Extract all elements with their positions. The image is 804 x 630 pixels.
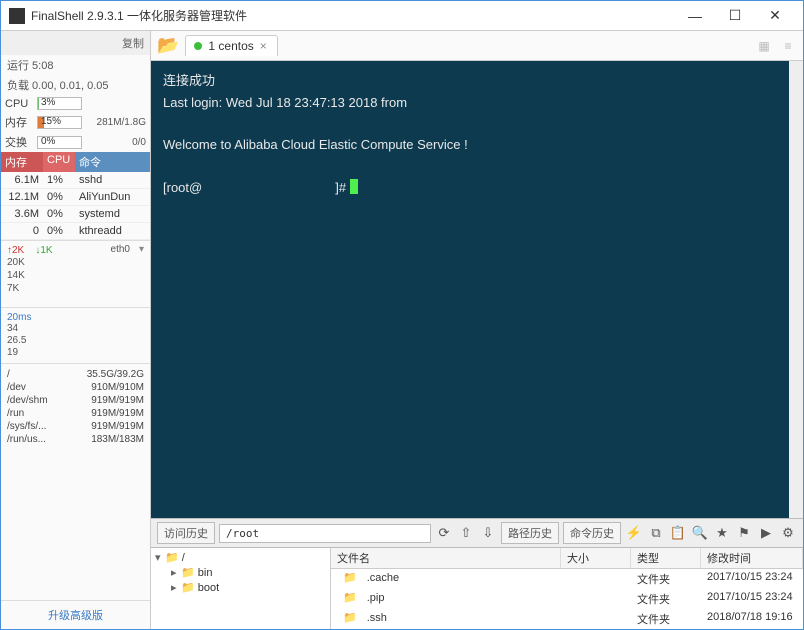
grid-view-icon[interactable]: ▦ bbox=[755, 38, 773, 54]
tree-item[interactable]: ▸📁 bin bbox=[153, 565, 328, 580]
flag-icon[interactable]: ⚑ bbox=[735, 524, 753, 542]
bolt-icon[interactable]: ⚡ bbox=[625, 524, 643, 542]
interface-name: eth0 bbox=[111, 244, 130, 255]
cursor bbox=[350, 179, 358, 194]
close-icon[interactable]: × bbox=[260, 39, 267, 53]
file-tree[interactable]: ▾📁 / ▸📁 bin ▸📁 boot bbox=[151, 548, 331, 629]
disk-row: /run/us...183M/183M bbox=[3, 433, 148, 446]
path-history-button[interactable]: 路径历史 bbox=[501, 522, 559, 544]
process-row[interactable]: 12.1M0%AliYunDun bbox=[1, 189, 150, 206]
swap-metric: 交换 0% 0/0 bbox=[1, 132, 150, 152]
process-row[interactable]: 6.1M1%sshd bbox=[1, 172, 150, 189]
file-list-header[interactable]: 文件名 大小 类型 修改时间 bbox=[331, 548, 803, 569]
tab-label: 1 centos bbox=[208, 39, 253, 53]
swap-label: 交换 bbox=[5, 134, 33, 150]
net-down: ↓1K bbox=[35, 245, 52, 256]
chevron-down-icon[interactable]: ▾ bbox=[139, 244, 144, 255]
network-graph: ↑2K ↓1K eth0 ▾ 20K 14K 7K bbox=[1, 240, 150, 308]
process-row[interactable]: 00%kthreadd bbox=[1, 223, 150, 240]
disk-row: /dev/shm919M/919M bbox=[3, 394, 148, 407]
app-icon bbox=[9, 8, 25, 24]
search-icon[interactable]: 🔍 bbox=[691, 524, 709, 542]
tab-bar: 📂 1 centos × ▦ ≡ bbox=[151, 31, 803, 61]
disk-row: /run919M/919M bbox=[3, 407, 148, 420]
uptime-text: 运行 5:08 bbox=[1, 55, 150, 75]
minimize-button[interactable]: — bbox=[675, 2, 715, 30]
copy-icon[interactable]: ⧉ bbox=[647, 524, 665, 542]
list-view-icon[interactable]: ≡ bbox=[779, 38, 797, 54]
file-row[interactable]: 📁.cache文件夹2017/10/15 23:24 bbox=[331, 569, 803, 589]
refresh-icon[interactable]: ⟳ bbox=[435, 524, 453, 542]
cpu-label: CPU bbox=[5, 98, 33, 110]
memory-bar: 15% bbox=[37, 116, 82, 129]
terminal-toolbar: 访问历史 /root ⟳ ⇧ ⇩ 路径历史 命令历史 ⚡ ⧉ 📋 🔍 ★ ⚑ ▶… bbox=[151, 518, 803, 547]
play-icon[interactable]: ▶ bbox=[757, 524, 775, 542]
terminal-scrollbar[interactable] bbox=[789, 61, 803, 518]
memory-label: 内存 bbox=[5, 114, 33, 130]
ping-graph: 20ms 34 26.5 19 bbox=[1, 308, 150, 364]
disk-row: /dev910M/910M bbox=[3, 381, 148, 394]
swap-bar: 0% bbox=[37, 136, 82, 149]
folder-icon[interactable]: 📂 bbox=[157, 35, 179, 56]
status-dot-icon bbox=[194, 42, 202, 50]
process-header: 内存 CPU 命令 bbox=[1, 152, 150, 172]
host-label bbox=[7, 37, 122, 49]
tree-root[interactable]: ▾📁 / bbox=[153, 550, 328, 565]
copy-button[interactable]: 复制 bbox=[122, 35, 144, 51]
cmd-history-button[interactable]: 命令历史 bbox=[563, 522, 621, 544]
path-input[interactable]: /root bbox=[219, 524, 431, 543]
download-icon[interactable]: ⇩ bbox=[479, 524, 497, 542]
close-button[interactable]: ✕ bbox=[755, 2, 795, 30]
sidebar: 复制 运行 5:08 负载 0.00, 0.01, 0.05 CPU 3% 内存… bbox=[1, 31, 151, 629]
terminal[interactable]: 连接成功 Last login: Wed Jul 18 23:47:13 201… bbox=[151, 61, 803, 518]
history-button[interactable]: 访问历史 bbox=[157, 522, 215, 544]
upload-icon[interactable]: ⇧ bbox=[457, 524, 475, 542]
tree-item[interactable]: ▸📁 boot bbox=[153, 580, 328, 595]
clipboard-icon[interactable]: 📋 bbox=[669, 524, 687, 542]
process-row[interactable]: 3.6M0%systemd bbox=[1, 206, 150, 223]
net-up: ↑2K bbox=[7, 245, 24, 256]
cpu-bar: 3% bbox=[37, 97, 82, 110]
tab-session[interactable]: 1 centos × bbox=[185, 35, 277, 56]
gear-icon[interactable]: ⚙ bbox=[779, 524, 797, 542]
load-text: 负载 0.00, 0.01, 0.05 bbox=[1, 75, 150, 95]
file-row[interactable]: 📁.pip文件夹2017/10/15 23:24 bbox=[331, 589, 803, 609]
disk-row: /35.5G/39.2G bbox=[3, 368, 148, 381]
file-row[interactable]: 📁.ssh文件夹2018/07/18 19:16 bbox=[331, 609, 803, 629]
memory-metric: 内存 15% 281M/1.8G bbox=[1, 112, 150, 132]
titlebar: FinalShell 2.9.3.1 一体化服务器管理软件 — ☐ ✕ bbox=[1, 1, 803, 31]
file-list: 文件名 大小 类型 修改时间 📁.cache文件夹2017/10/15 23:2… bbox=[331, 548, 803, 629]
disk-list: /35.5G/39.2G/dev910M/910M/dev/shm919M/91… bbox=[1, 364, 150, 600]
cpu-metric: CPU 3% bbox=[1, 95, 150, 112]
star-icon[interactable]: ★ bbox=[713, 524, 731, 542]
window-title: FinalShell 2.9.3.1 一体化服务器管理软件 bbox=[31, 7, 675, 24]
disk-row: /sys/fs/...919M/919M bbox=[3, 420, 148, 433]
maximize-button[interactable]: ☐ bbox=[715, 2, 755, 30]
upgrade-button[interactable]: 升级高级版 bbox=[1, 600, 150, 629]
